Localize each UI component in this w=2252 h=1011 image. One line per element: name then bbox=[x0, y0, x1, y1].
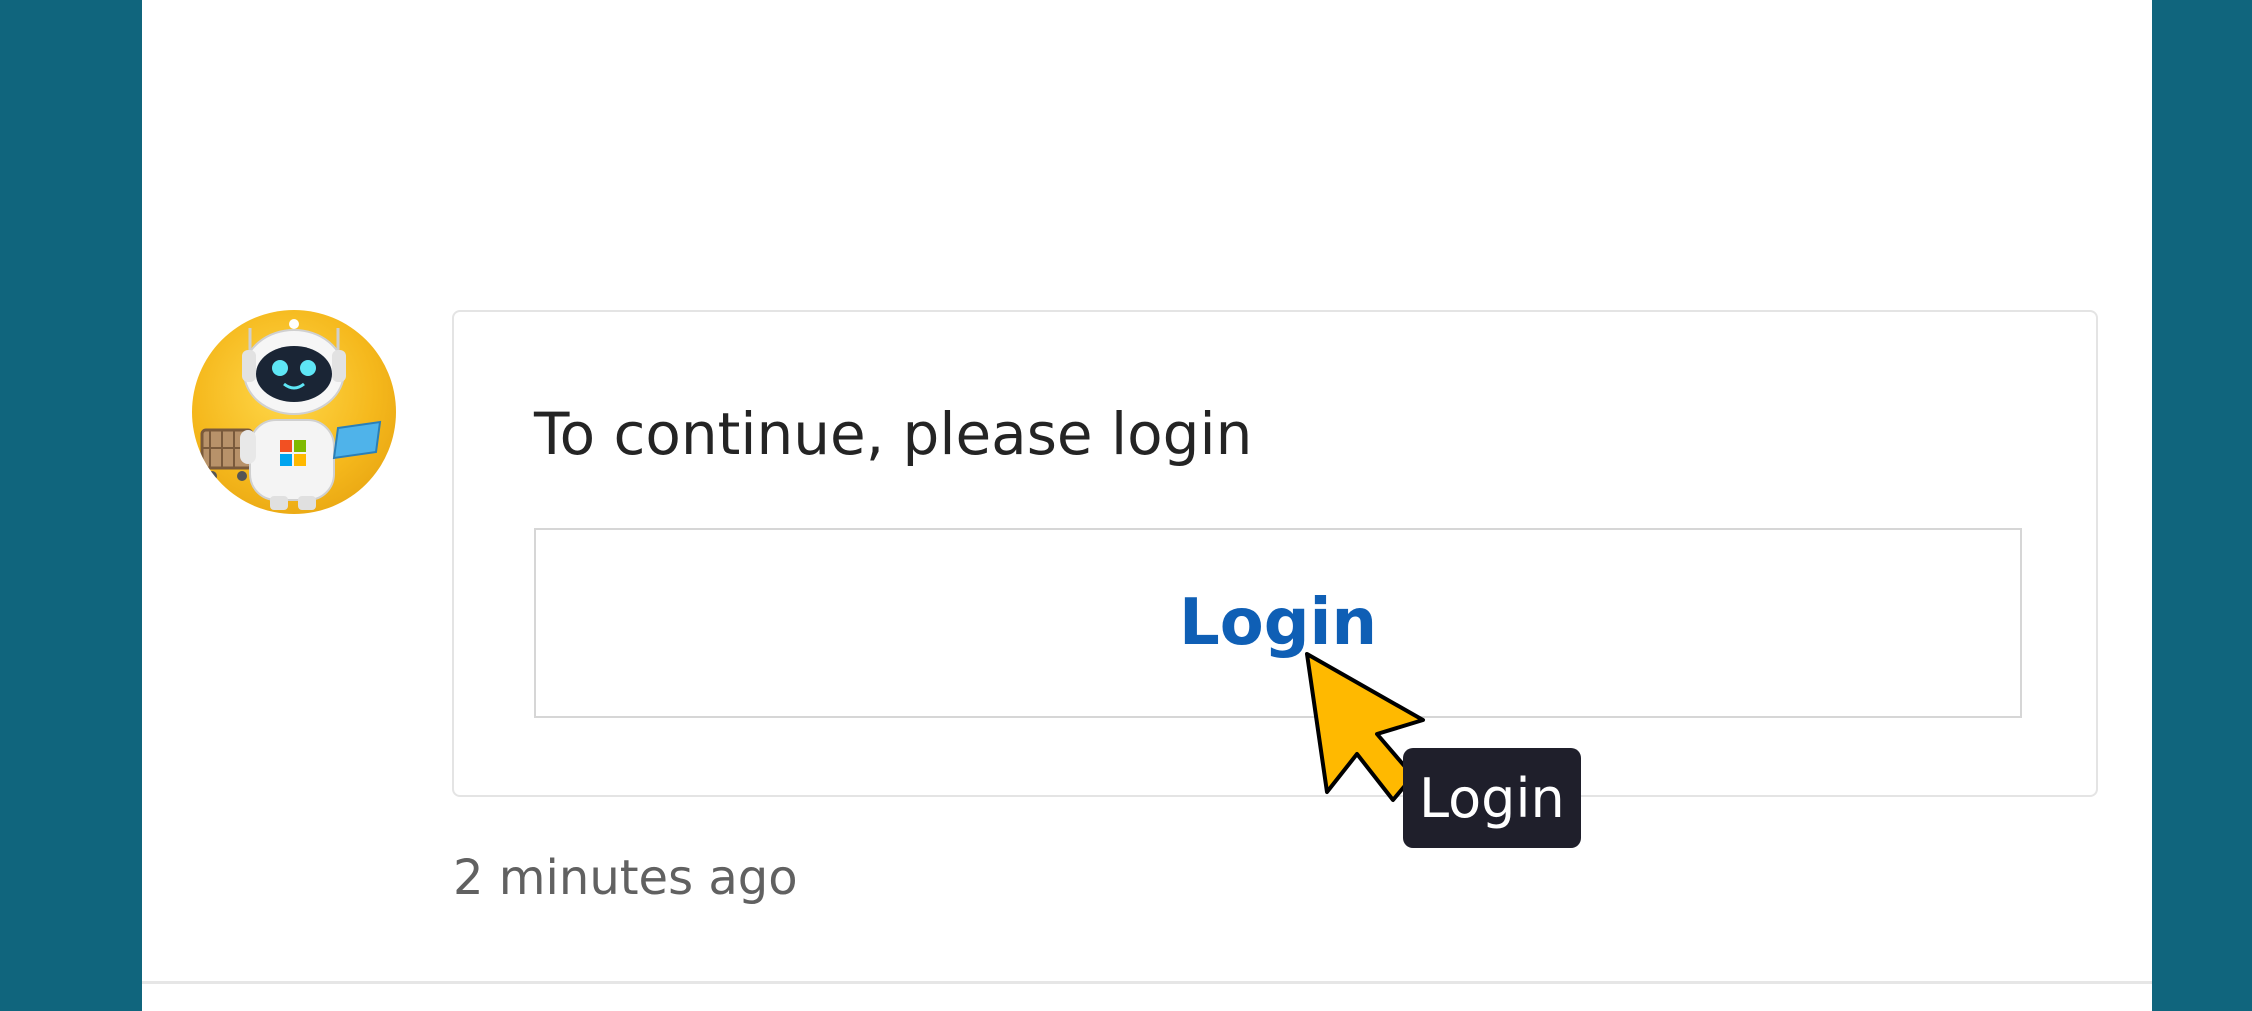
chat-panel: To continue, please login Login 2 minute… bbox=[142, 0, 2152, 1011]
login-button[interactable]: Login bbox=[534, 528, 2022, 718]
login-tooltip: Login bbox=[1403, 748, 1581, 848]
bot-avatar bbox=[192, 310, 396, 514]
login-button-label: Login bbox=[1178, 586, 1378, 660]
login-prompt-text: To continue, please login bbox=[534, 400, 1253, 468]
divider bbox=[142, 981, 2152, 984]
robot-icon bbox=[200, 319, 382, 510]
message-timestamp: 2 minutes ago bbox=[453, 850, 798, 906]
message-card: To continue, please login Login bbox=[452, 310, 2098, 797]
